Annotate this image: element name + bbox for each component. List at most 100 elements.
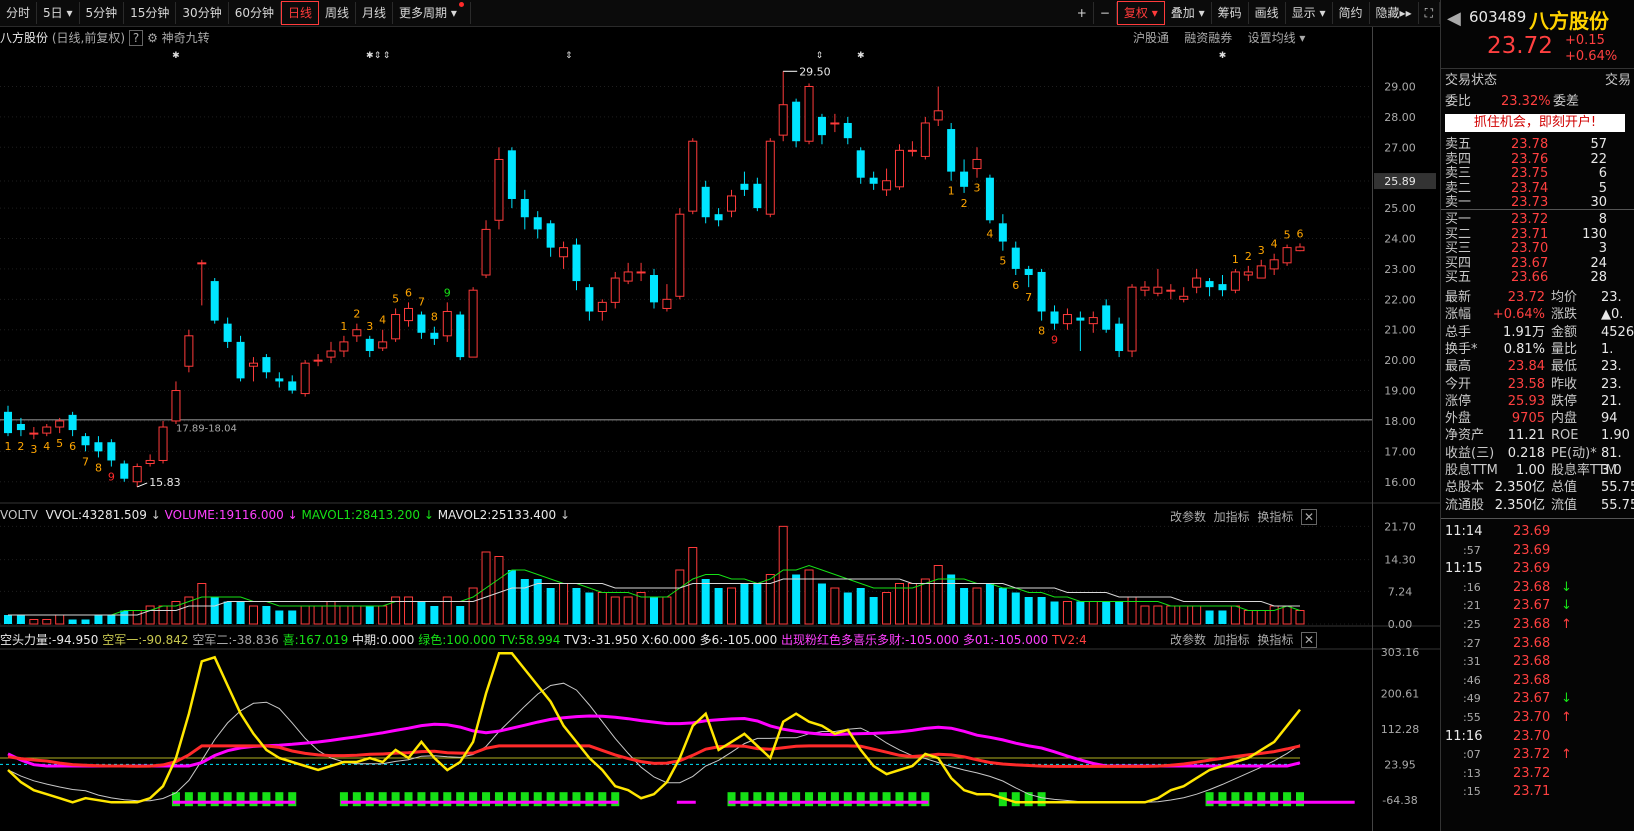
- td-count-label: 1: [1232, 253, 1239, 266]
- volume-bar-up: [559, 583, 569, 625]
- notification-dot-icon: [458, 2, 464, 7]
- ind-edit-params[interactable]: 改参数: [1170, 633, 1206, 647]
- candle-body-down: [107, 442, 116, 461]
- volume-bar-up: [42, 619, 52, 625]
- period-tab-more[interactable]: 更多周期 ▾: [393, 2, 471, 24]
- volume-bar-up: [920, 578, 930, 625]
- chevron-down-icon: ▾: [447, 6, 457, 20]
- volume-bar-up: [907, 583, 917, 625]
- stat-value-2: 4526: [1601, 324, 1634, 340]
- event-marker-icon: ✱: [172, 51, 180, 61]
- candle-body-up: [171, 390, 181, 422]
- help-icon[interactable]: ?: [128, 30, 144, 46]
- vol-edit-params[interactable]: 改参数: [1170, 510, 1206, 524]
- signal-block: [740, 792, 749, 807]
- zoom-in-button[interactable]: +: [1071, 2, 1094, 24]
- bid-level[interactable]: 买五 23.66 28: [1441, 269, 1634, 287]
- volume-bar-up: [352, 605, 362, 625]
- indicator-value-10: 出现粉红色多喜乐多财:-105.000: [781, 633, 963, 647]
- period-tab-daily[interactable]: 日线: [280, 1, 319, 25]
- period-tab-fenshi[interactable]: 分时: [0, 2, 38, 24]
- candle-body-up: [1179, 295, 1189, 300]
- candle-body-up: [1282, 247, 1292, 264]
- stat-label: 净资产: [1445, 428, 1485, 444]
- volume-bar-down: [3, 615, 13, 624]
- display-label: 显示: [1291, 6, 1316, 20]
- signal-block: [921, 792, 930, 807]
- period-tab-5min[interactable]: 5分钟: [80, 2, 125, 24]
- period-tab-60min[interactable]: 60分钟: [229, 2, 281, 24]
- overlay-label: 叠加: [1170, 6, 1195, 20]
- indicator-value-4: 中期:0.000: [352, 633, 419, 647]
- gear-icon[interactable]: ⚙: [147, 31, 158, 45]
- chart-stock-name: 八方股份: [0, 31, 49, 45]
- signal-block: [1283, 792, 1292, 807]
- volume-bar-up: [248, 605, 258, 625]
- fast-forward-icon: ▸▸: [1399, 6, 1412, 20]
- volume-bar-up: [326, 601, 336, 625]
- hide-button[interactable]: 隐藏▸▸: [1370, 2, 1419, 24]
- zoom-out-button[interactable]: −: [1094, 2, 1117, 24]
- period-tab-weekly[interactable]: 周线: [319, 2, 357, 24]
- period-tab-30min[interactable]: 30分钟: [176, 2, 229, 24]
- period-tab-monthly[interactable]: 月线: [356, 2, 394, 24]
- link-margin[interactable]: 融资融券: [1184, 31, 1232, 45]
- volume-bars: 21.70 14.30 7.24 0.00: [0, 520, 1416, 631]
- candle-body-up: [1166, 289, 1176, 292]
- simple-button[interactable]: 简约: [1333, 2, 1370, 24]
- volume-bar-down: [520, 579, 529, 624]
- stat-label-2: 昨收: [1551, 376, 1578, 392]
- indicator-value-11: 多01:-105.000: [962, 633, 1052, 647]
- arrow-down-icon: ↓: [146, 508, 165, 522]
- open-account-banner[interactable]: 抓住机会，即刻开户!: [1445, 114, 1625, 132]
- wb-label: 委比: [1445, 94, 1472, 109]
- candle-body-down: [985, 177, 994, 221]
- period-tab-5day[interactable]: 5日 ▾: [37, 2, 80, 24]
- stat-label: 总股本: [1445, 480, 1485, 496]
- chevron-down-icon: ▾: [1194, 6, 1205, 20]
- stat-value-2: 23.: [1601, 376, 1622, 392]
- stat-label: 最高: [1445, 359, 1472, 375]
- display-button[interactable]: 显示 ▾: [1286, 2, 1333, 24]
- kline-chart[interactable]: 29.5015.8317.89-18.04 1 2 3 4 5 67 89123 45 6789…: [0, 0, 1440, 831]
- indicator-value-1: 空军一:-90.842: [102, 633, 193, 647]
- chips-button[interactable]: 筹码: [1212, 2, 1249, 24]
- draw-button[interactable]: 画线: [1249, 2, 1286, 24]
- vol-add-indicator[interactable]: 加指标: [1214, 510, 1250, 524]
- collapse-arrow-icon[interactable]: ◀: [1447, 8, 1461, 29]
- volume-bar-down: [1024, 597, 1033, 624]
- tick-time: 11:16: [1445, 728, 1483, 744]
- chart-header: 八方股份 (日线,前复权) ? ⚙ 神奇九转: [0, 29, 210, 46]
- stock-code: 603489: [1469, 8, 1527, 26]
- overlay-button[interactable]: 叠加 ▾: [1165, 2, 1212, 24]
- indicator-value-5: 绿色:100.000: [418, 633, 500, 647]
- vol-switch-indicator[interactable]: 换指标: [1257, 510, 1293, 524]
- link-ma-settings[interactable]: 设置均线: [1248, 31, 1296, 45]
- ind-add-indicator[interactable]: 加指标: [1214, 633, 1250, 647]
- candle-body-up: [132, 466, 142, 483]
- stat-label: 涨幅: [1445, 307, 1472, 323]
- candle-body-down: [753, 183, 762, 209]
- ind-switch-indicator[interactable]: 换指标: [1257, 633, 1293, 647]
- tick-time: :55: [1463, 711, 1481, 724]
- indicator-value-3: 喜:167.019: [282, 633, 353, 647]
- signal-block: [559, 792, 568, 807]
- volume-bar-up: [1179, 605, 1189, 625]
- indicator-name[interactable]: 神奇九转: [162, 31, 210, 45]
- adjust-button[interactable]: 复权 ▾: [1116, 1, 1165, 25]
- indicator-tick-label: 303.16: [1381, 646, 1420, 659]
- close-icon[interactable]: ✕: [1300, 632, 1318, 648]
- candle-body-up: [352, 329, 362, 337]
- link-hgt[interactable]: 沪股通: [1133, 31, 1169, 45]
- low-annotation-line: [137, 482, 148, 488]
- fullscreen-button[interactable]: ⛶: [1419, 2, 1440, 24]
- volume-bar-up: [662, 596, 672, 625]
- close-icon[interactable]: ✕: [1300, 509, 1318, 525]
- volume-bar-down: [120, 610, 129, 624]
- candle-body-up: [248, 362, 258, 367]
- tick-time: :27: [1463, 636, 1481, 650]
- td-count-label: 9: [1051, 334, 1058, 347]
- stat-value: 23.84: [1507, 359, 1545, 375]
- period-tab-15min[interactable]: 15分钟: [124, 2, 177, 24]
- candle-body-down: [507, 150, 516, 199]
